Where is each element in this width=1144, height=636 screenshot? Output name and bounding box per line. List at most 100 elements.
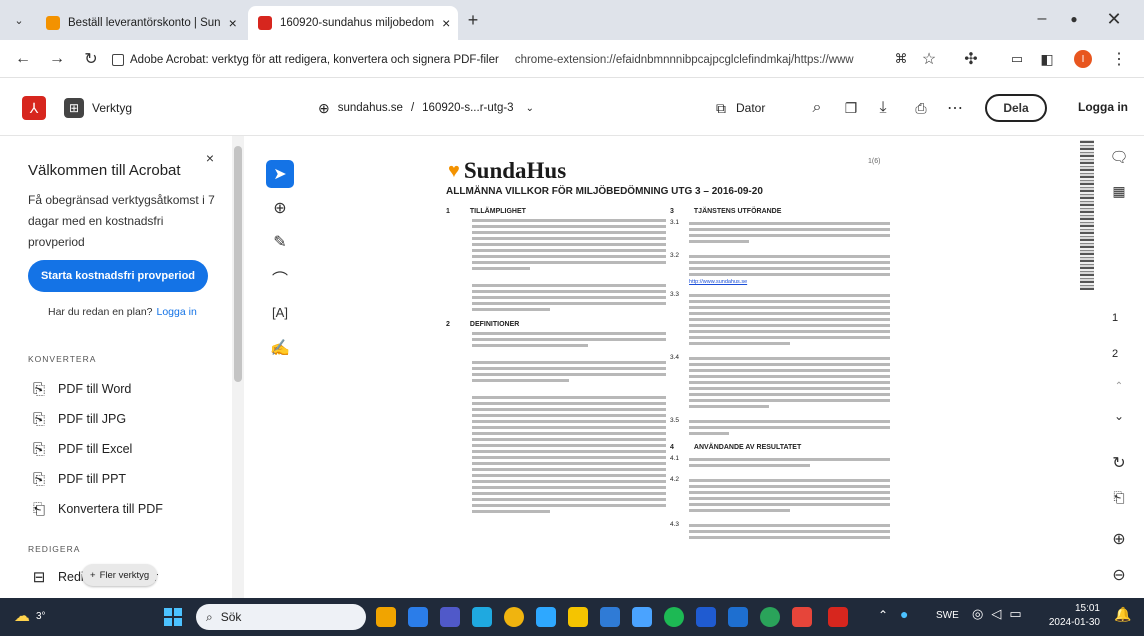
taskbar-app-icon[interactable]: [472, 607, 492, 627]
convert-item-label: PDF till Word: [58, 382, 132, 396]
teams-icon[interactable]: [440, 607, 460, 627]
outlook-icon[interactable]: [728, 607, 748, 627]
page-up-icon[interactable]: ⌃: [1108, 376, 1130, 396]
tab-supplier-account[interactable]: Beställ leverantörskonto | Sun ×: [36, 6, 246, 40]
panel-login-link[interactable]: Logga in: [157, 306, 197, 318]
convert-list: ⎘ PDF till Word ⎘ PDF till JPG ⎘ PDF till E…: [30, 374, 220, 524]
browser-menu-icon[interactable]: ⋮: [1108, 49, 1130, 69]
convert-item-label: PDF till Excel: [58, 442, 133, 456]
print-icon[interactable]: ⎙: [910, 96, 932, 120]
edit-item-label-start: Redi: [58, 570, 84, 584]
extensions-puzzle-icon[interactable]: ✣: [960, 49, 982, 69]
subsection: 3.5: [670, 417, 890, 438]
close-window-icon[interactable]: ✕: [1102, 8, 1126, 30]
right-rail: 🗨 ▦ 1 2 ⌃ ⌄ ↻ ⎗ ⊕ ⊖: [1072, 136, 1144, 598]
more-tools-button[interactable]: + Fler verktyg: [82, 564, 158, 586]
zoom-in-icon[interactable]: ⊕: [1108, 528, 1130, 550]
text-box-icon[interactable]: [A]: [266, 298, 294, 326]
bookmark-star-icon[interactable]: ☆: [918, 49, 940, 69]
translate-icon[interactable]: ⌘: [890, 49, 912, 69]
new-tab-button[interactable]: +: [462, 10, 484, 30]
breadcrumb-site[interactable]: sundahus.se: [338, 102, 403, 114]
system-tray-icons[interactable]: ◎ ◁ ▭: [972, 606, 1022, 622]
search-icon[interactable]: ⌕: [806, 96, 828, 120]
forward-icon[interactable]: →: [46, 49, 68, 69]
taskbar-app-icon[interactable]: [600, 607, 620, 627]
comments-icon[interactable]: 🗨: [1108, 146, 1130, 168]
download-icon[interactable]: ⤓: [872, 96, 894, 120]
tab-pdf-document[interactable]: 160920-sundahus miljobedom ×: [248, 6, 458, 40]
tab-search-button[interactable]: ⌄: [8, 10, 30, 30]
page-down-icon[interactable]: ⌄: [1108, 406, 1130, 426]
file-explorer-icon[interactable]: [568, 607, 588, 627]
convert-item-jpg[interactable]: ⎘ PDF till JPG: [30, 404, 220, 434]
close-tab-icon[interactable]: ×: [442, 15, 450, 31]
volume-icon: ◁: [991, 606, 1002, 621]
select-cursor-icon[interactable]: ➤: [266, 160, 294, 188]
word-icon[interactable]: [696, 607, 716, 627]
sidepanel-icon[interactable]: ◧: [1036, 49, 1058, 69]
taskbar-app-icon[interactable]: [792, 607, 812, 627]
edit-header: REDIGERA: [28, 544, 81, 554]
subsection: 4.1: [670, 455, 890, 470]
back-icon[interactable]: ←: [12, 49, 34, 69]
more-options-icon[interactable]: ⋯: [944, 96, 966, 120]
taskbar-app-icon[interactable]: [760, 607, 780, 627]
convert-item-word[interactable]: ⎘ PDF till Word: [30, 374, 220, 404]
chrome-icon[interactable]: [504, 607, 524, 627]
weather-widget[interactable]: ☁ 3°: [14, 606, 46, 626]
subsection-number: 3.3: [670, 291, 680, 298]
device-button[interactable]: ⧉ Dator: [716, 96, 765, 120]
cast-icon[interactable]: ▭: [1006, 49, 1028, 69]
taskbar-search[interactable]: ⌕ Sök: [196, 604, 366, 630]
address-field[interactable]: Adobe Acrobat: verktyg för att redigera,…: [112, 49, 882, 71]
close-panel-icon[interactable]: ×: [202, 150, 218, 166]
subsection-number: 4.2: [670, 476, 680, 483]
clock-date: 2024-01-30: [1048, 617, 1100, 628]
more-tools-label: Fler verktyg: [99, 569, 150, 581]
scrollbar-thumb[interactable]: [234, 146, 242, 382]
close-tab-icon[interactable]: ×: [229, 15, 237, 31]
draw-freehand-icon[interactable]: ⌒: [266, 264, 294, 292]
subsection: 4.2: [670, 476, 890, 515]
reload-icon[interactable]: ↻: [80, 49, 102, 69]
document-link[interactable]: http://www.sundahus.se: [689, 279, 890, 285]
convert-item-label: PDF till PPT: [58, 472, 127, 486]
convert-item-to-pdf[interactable]: ⎗ Konvertera till PDF: [30, 494, 220, 524]
start-trial-button[interactable]: Starta kostnadsfri provperiod: [28, 260, 208, 292]
sign-pen-icon[interactable]: ✍: [266, 334, 294, 362]
language-indicator[interactable]: SWE: [936, 610, 959, 621]
page-tools-icon[interactable]: ⎗: [1108, 486, 1130, 508]
restore-icon[interactable]: ●: [1062, 8, 1086, 30]
chevron-down-icon[interactable]: ⌄: [526, 103, 534, 114]
section-number: 1: [446, 208, 450, 215]
minimize-icon[interactable]: –: [1030, 8, 1054, 30]
login-link[interactable]: Logga in: [1078, 100, 1128, 114]
rotate-icon[interactable]: ↻: [1108, 452, 1130, 474]
page-number-2[interactable]: 2: [1112, 348, 1118, 360]
tray-expand-icon[interactable]: ⌃: [878, 608, 888, 622]
profile-avatar[interactable]: I: [1074, 50, 1092, 68]
convert-item-ppt[interactable]: ⎘ PDF till PPT: [30, 464, 220, 494]
taskbar-app-icon[interactable]: [536, 607, 556, 627]
tray-app-icon[interactable]: ●: [900, 606, 908, 622]
acrobat-taskbar-icon[interactable]: [828, 607, 848, 627]
convert-item-excel[interactable]: ⎘ PDF till Excel: [30, 434, 220, 464]
tools-button[interactable]: ⊞ Verktyg: [64, 96, 132, 120]
notification-icon[interactable]: 🔔: [1114, 606, 1131, 623]
page-number-1[interactable]: 1: [1112, 312, 1118, 324]
section-title: DEFINITIONER: [469, 321, 520, 328]
highlight-pen-icon[interactable]: ✎: [266, 228, 294, 256]
zoom-out-icon[interactable]: ⊖: [1108, 564, 1130, 586]
thumbnails-grid-icon[interactable]: ▦: [1108, 180, 1130, 202]
copy-icon[interactable]: ❐: [840, 96, 862, 120]
clock[interactable]: 15:01 2024-01-30: [1040, 602, 1100, 630]
taskbar-app-icon[interactable]: [632, 607, 652, 627]
windows-start-icon[interactable]: [164, 608, 182, 626]
taskbar-app-icon[interactable]: [376, 607, 396, 627]
spotify-icon[interactable]: [664, 607, 684, 627]
comment-add-icon[interactable]: ⊕: [266, 194, 294, 222]
share-button[interactable]: Dela: [985, 94, 1047, 122]
taskbar-app-icon[interactable]: [408, 607, 428, 627]
left-panel-scrollbar[interactable]: [232, 136, 244, 598]
